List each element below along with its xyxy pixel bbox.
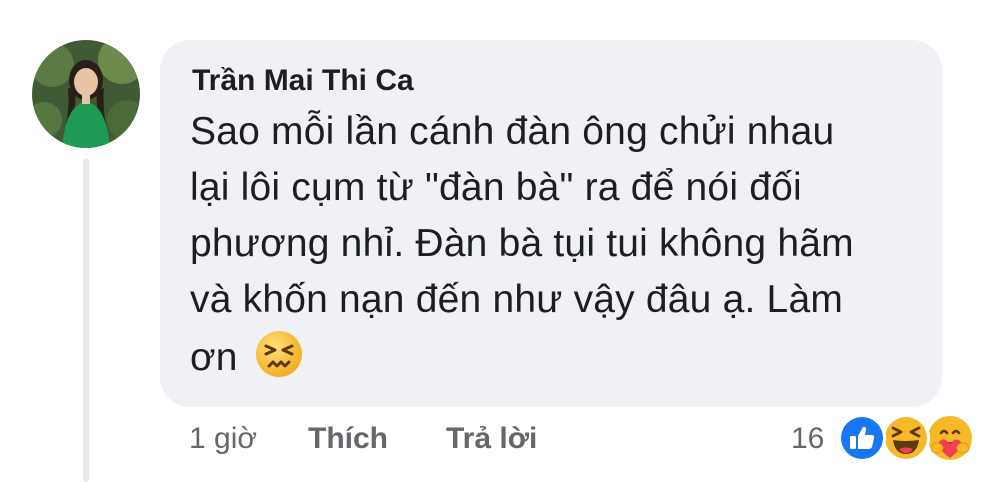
reaction-summary[interactable] bbox=[838, 414, 978, 464]
reaction-count[interactable]: 16 bbox=[791, 422, 824, 456]
comment-text-line: phương nhỉ. Đàn bà tụi tui không hãm bbox=[190, 222, 854, 265]
haha-icon bbox=[882, 414, 930, 462]
comment-thread: Trần Mai Thi Ca Sao mỗi lần cánh đàn ông… bbox=[0, 0, 1000, 482]
care-icon bbox=[926, 414, 974, 462]
like-action-button[interactable]: Thích bbox=[308, 422, 388, 456]
avatar-image bbox=[32, 40, 140, 148]
avatar[interactable] bbox=[32, 40, 140, 148]
persevering-face-icon bbox=[254, 329, 304, 379]
reply-action-button[interactable]: Trả lời bbox=[446, 422, 537, 456]
like-icon bbox=[838, 414, 886, 462]
comment-author[interactable]: Trần Mai Thi Ca bbox=[192, 64, 414, 98]
thread-line bbox=[83, 158, 89, 482]
comment-text-line: và khốn nạn đến như vậy đâu ạ. Làm bbox=[190, 278, 844, 321]
comment-text-line: Sao mỗi lần cánh đàn ông chửi nhau bbox=[190, 110, 835, 153]
comment-text-line: ơn bbox=[190, 336, 238, 379]
comment-text-line: lại lôi cụm từ "đàn bà" ra để nói đối bbox=[190, 166, 802, 209]
comment-bubble: Trần Mai Thi Ca Sao mỗi lần cánh đàn ông… bbox=[160, 40, 942, 407]
comment-timestamp[interactable]: 1 giờ bbox=[189, 422, 257, 456]
